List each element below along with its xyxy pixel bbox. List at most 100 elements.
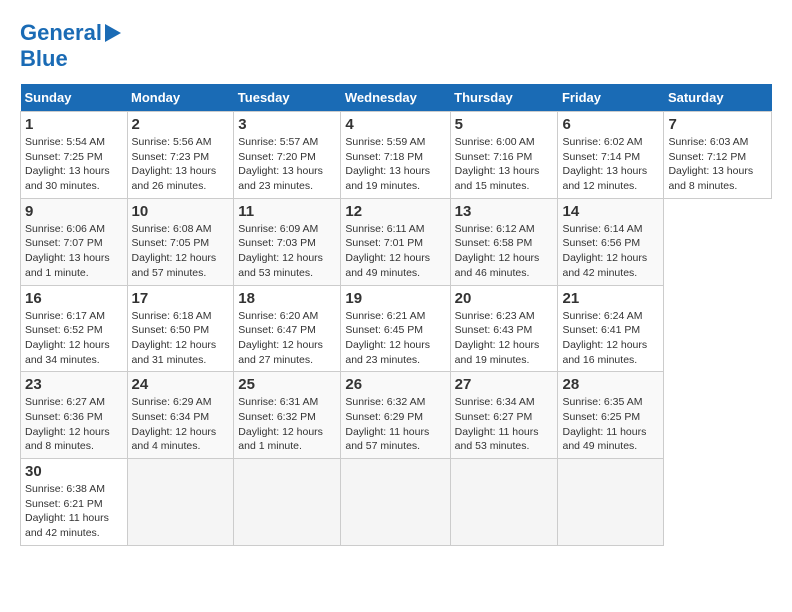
header-thursday: Thursday: [450, 84, 558, 112]
day-info: Sunrise: 6:02 AM Sunset: 7:14 PM Dayligh…: [562, 135, 659, 194]
logo-arrow-icon: [105, 24, 121, 42]
calendar-week-row: 1 Sunrise: 5:54 AM Sunset: 7:25 PM Daylig…: [21, 112, 772, 199]
calendar-week-row: 9 Sunrise: 6:06 AM Sunset: 7:07 PM Daylig…: [21, 198, 772, 285]
calendar-cell: 3Sunrise: 5:57 AM Sunset: 7:20 PM Daylig…: [234, 112, 341, 199]
day-info: Sunrise: 6:21 AM Sunset: 6:45 PM Dayligh…: [345, 309, 445, 368]
day-number: 19: [345, 290, 445, 307]
day-info: Sunrise: 6:35 AM Sunset: 6:25 PM Dayligh…: [562, 395, 659, 454]
day-info: Sunrise: 6:31 AM Sunset: 6:32 PM Dayligh…: [238, 395, 336, 454]
day-info: Sunrise: 6:18 AM Sunset: 6:50 PM Dayligh…: [132, 309, 230, 368]
day-info: Sunrise: 6:29 AM Sunset: 6:34 PM Dayligh…: [132, 395, 230, 454]
calendar-week-row: 30 Sunrise: 6:38 AM Sunset: 6:21 PM Dayli…: [21, 459, 772, 546]
calendar-cell: 7 Sunrise: 6:03 AM Sunset: 7:12 PM Daylig…: [664, 112, 772, 199]
day-info: Sunrise: 6:32 AM Sunset: 6:29 PM Dayligh…: [345, 395, 445, 454]
day-info: Sunrise: 6:24 AM Sunset: 6:41 PM Dayligh…: [562, 309, 659, 368]
day-number: 16: [25, 290, 123, 307]
day-number: 30: [25, 463, 123, 480]
day-info: Sunrise: 5:59 AM Sunset: 7:18 PM Dayligh…: [345, 135, 445, 194]
day-number: 1: [25, 116, 123, 133]
calendar-cell: 5 Sunrise: 6:00 AM Sunset: 7:16 PM Daylig…: [450, 112, 558, 199]
day-number: 23: [25, 376, 123, 393]
day-info: Sunrise: 6:00 AM Sunset: 7:16 PM Dayligh…: [455, 135, 554, 194]
day-info: Sunrise: 6:27 AM Sunset: 6:36 PM Dayligh…: [25, 395, 123, 454]
calendar-cell: 6 Sunrise: 6:02 AM Sunset: 7:14 PM Daylig…: [558, 112, 664, 199]
header-saturday: Saturday: [664, 84, 772, 112]
calendar-cell: [341, 459, 450, 546]
calendar-cell: [450, 459, 558, 546]
header-sunday: Sunday: [21, 84, 128, 112]
calendar-cell: 23 Sunrise: 6:27 AM Sunset: 6:36 PM Dayli…: [21, 372, 128, 459]
day-number: 24: [132, 376, 230, 393]
day-info: Sunrise: 6:09 AM Sunset: 7:03 PM Dayligh…: [238, 222, 336, 281]
day-number: 28: [562, 376, 659, 393]
calendar-cell: 1 Sunrise: 5:54 AM Sunset: 7:25 PM Daylig…: [21, 112, 128, 199]
day-info: Sunrise: 5:54 AM Sunset: 7:25 PM Dayligh…: [25, 135, 123, 194]
calendar-header-row: SundayMondayTuesdayWednesdayThursdayFrid…: [21, 84, 772, 112]
calendar-cell: 28 Sunrise: 6:35 AM Sunset: 6:25 PM Dayli…: [558, 372, 664, 459]
calendar-cell: 19 Sunrise: 6:21 AM Sunset: 6:45 PM Dayli…: [341, 285, 450, 372]
day-info: Sunrise: 6:14 AM Sunset: 6:56 PM Dayligh…: [562, 222, 659, 281]
header-friday: Friday: [558, 84, 664, 112]
day-number: 13: [455, 203, 554, 220]
calendar-cell: 27 Sunrise: 6:34 AM Sunset: 6:27 PM Dayli…: [450, 372, 558, 459]
day-info: Sunrise: 6:38 AM Sunset: 6:21 PM Dayligh…: [25, 482, 123, 541]
day-info: Sunrise: 5:56 AM Sunset: 7:23 PM Dayligh…: [132, 135, 230, 194]
day-info: Sunrise: 6:12 AM Sunset: 6:58 PM Dayligh…: [455, 222, 554, 281]
day-number: 6: [562, 116, 659, 133]
calendar-cell: 18 Sunrise: 6:20 AM Sunset: 6:47 PM Dayli…: [234, 285, 341, 372]
logo: General Blue: [20, 20, 121, 72]
day-number: 17: [132, 290, 230, 307]
day-number: 7: [668, 116, 767, 133]
day-number: 3: [238, 116, 336, 133]
calendar-cell: 21 Sunrise: 6:24 AM Sunset: 6:41 PM Dayli…: [558, 285, 664, 372]
logo-blue: Blue: [20, 46, 68, 71]
day-number: 18: [238, 290, 336, 307]
calendar-cell: 16 Sunrise: 6:17 AM Sunset: 6:52 PM Dayli…: [21, 285, 128, 372]
day-number: 9: [25, 203, 123, 220]
header-monday: Monday: [127, 84, 234, 112]
calendar-week-row: 23 Sunrise: 6:27 AM Sunset: 6:36 PM Dayli…: [21, 372, 772, 459]
day-info: Sunrise: 6:17 AM Sunset: 6:52 PM Dayligh…: [25, 309, 123, 368]
calendar-cell: 4 Sunrise: 5:59 AM Sunset: 7:18 PM Daylig…: [341, 112, 450, 199]
calendar-cell: 14Sunrise: 6:14 AM Sunset: 6:56 PM Dayli…: [558, 198, 664, 285]
calendar-cell: 25 Sunrise: 6:31 AM Sunset: 6:32 PM Dayli…: [234, 372, 341, 459]
calendar-cell: 17 Sunrise: 6:18 AM Sunset: 6:50 PM Dayli…: [127, 285, 234, 372]
day-number: 27: [455, 376, 554, 393]
day-number: 2: [132, 116, 230, 133]
calendar-cell: [558, 459, 664, 546]
calendar-cell: 10 Sunrise: 6:08 AM Sunset: 7:05 PM Dayli…: [127, 198, 234, 285]
day-info: Sunrise: 6:08 AM Sunset: 7:05 PM Dayligh…: [132, 222, 230, 281]
day-info: Sunrise: 6:20 AM Sunset: 6:47 PM Dayligh…: [238, 309, 336, 368]
day-number: 12: [345, 203, 445, 220]
calendar-cell: 2 Sunrise: 5:56 AM Sunset: 7:23 PM Daylig…: [127, 112, 234, 199]
calendar-cell: 11 Sunrise: 6:09 AM Sunset: 7:03 PM Dayli…: [234, 198, 341, 285]
day-number: 11: [238, 203, 336, 220]
calendar-cell: 26 Sunrise: 6:32 AM Sunset: 6:29 PM Dayli…: [341, 372, 450, 459]
day-number: 26: [345, 376, 445, 393]
day-number: 10: [132, 203, 230, 220]
day-number: 25: [238, 376, 336, 393]
day-number: 21: [562, 290, 659, 307]
header-wednesday: Wednesday: [341, 84, 450, 112]
day-info: Sunrise: 6:23 AM Sunset: 6:43 PM Dayligh…: [455, 309, 554, 368]
day-info: Sunrise: 6:34 AM Sunset: 6:27 PM Dayligh…: [455, 395, 554, 454]
day-info: Sunrise: 6:11 AM Sunset: 7:01 PM Dayligh…: [345, 222, 445, 281]
calendar-table: SundayMondayTuesdayWednesdayThursdayFrid…: [20, 84, 772, 546]
calendar-cell: [127, 459, 234, 546]
calendar-cell: 9 Sunrise: 6:06 AM Sunset: 7:07 PM Daylig…: [21, 198, 128, 285]
calendar-cell: 13 Sunrise: 6:12 AM Sunset: 6:58 PM Dayli…: [450, 198, 558, 285]
logo-text: General: [20, 20, 102, 46]
logo-general: General: [20, 20, 102, 45]
calendar-cell: [234, 459, 341, 546]
day-number: 4: [345, 116, 445, 133]
day-info: Sunrise: 6:06 AM Sunset: 7:07 PM Dayligh…: [25, 222, 123, 281]
page-header: General Blue: [20, 20, 772, 72]
day-number: 20: [455, 290, 554, 307]
day-info: Sunrise: 6:03 AM Sunset: 7:12 PM Dayligh…: [668, 135, 767, 194]
calendar-cell: 24 Sunrise: 6:29 AM Sunset: 6:34 PM Dayli…: [127, 372, 234, 459]
calendar-cell: 12 Sunrise: 6:11 AM Sunset: 7:01 PM Dayli…: [341, 198, 450, 285]
calendar-cell: 30 Sunrise: 6:38 AM Sunset: 6:21 PM Dayli…: [21, 459, 128, 546]
header-tuesday: Tuesday: [234, 84, 341, 112]
calendar-week-row: 16 Sunrise: 6:17 AM Sunset: 6:52 PM Dayli…: [21, 285, 772, 372]
day-number: 5: [455, 116, 554, 133]
